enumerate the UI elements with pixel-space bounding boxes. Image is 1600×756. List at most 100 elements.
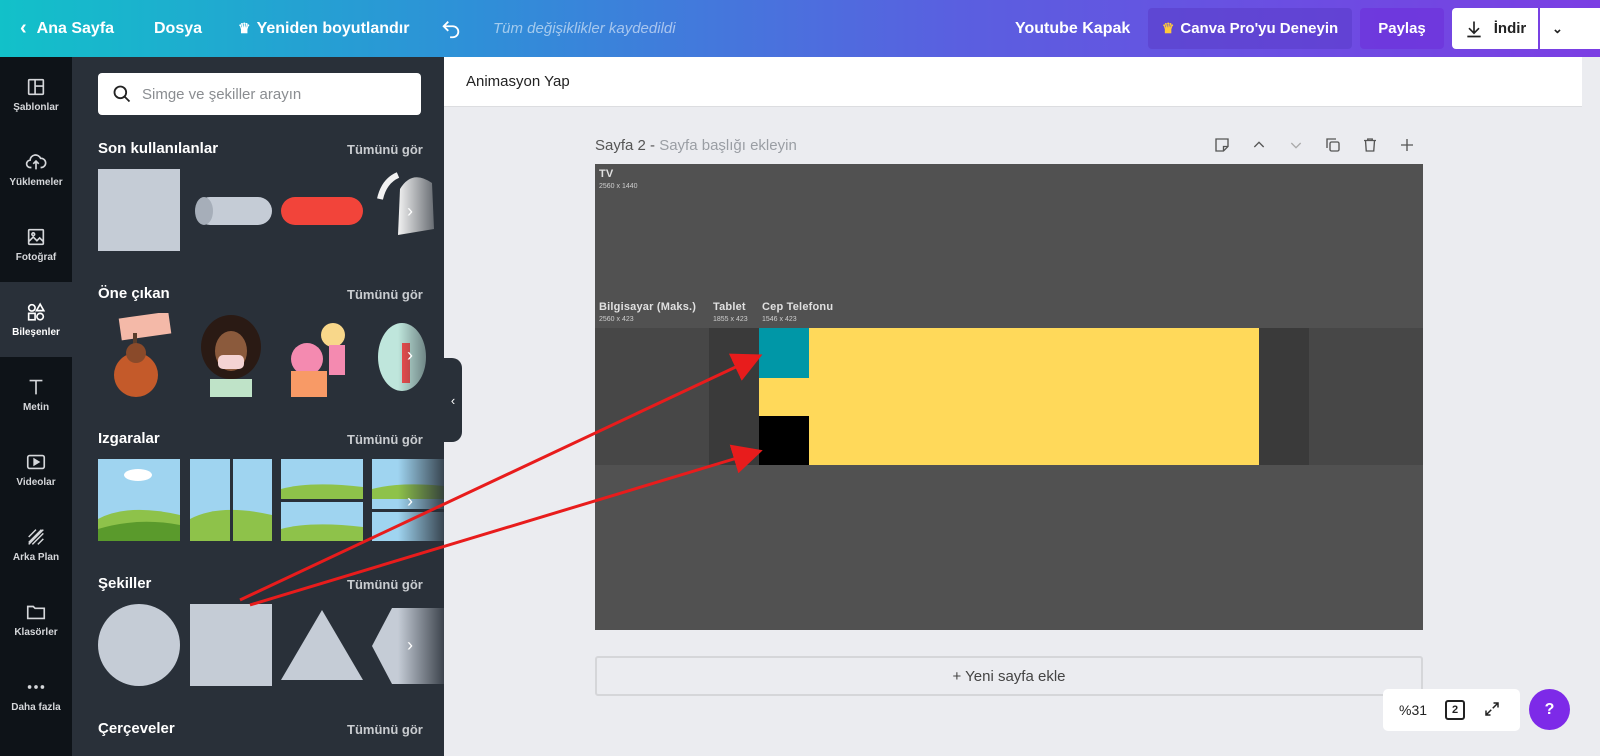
more-icon — [27, 685, 45, 689]
zoom-controls: %31 2 — [1383, 689, 1520, 731]
phone-zone-yellow-banner[interactable] — [759, 328, 1259, 465]
zone-label-desktop: Bilgisayar (Maks.) — [599, 301, 697, 313]
page-tools — [1203, 133, 1425, 157]
chevron-down-icon[interactable] — [1277, 133, 1314, 157]
resize-button[interactable]: ♛ Yeniden boyutlandır — [238, 0, 409, 57]
home-button[interactable]: ‹ Ana Sayfa — [20, 0, 114, 57]
nav-background[interactable]: Arka Plan — [0, 507, 72, 582]
elements-icon — [27, 302, 46, 321]
grids-list — [98, 455, 444, 545]
download-icon — [1467, 21, 1481, 37]
note-icon[interactable] — [1203, 133, 1240, 157]
add-page-button[interactable]: + Yeni sayfa ekle — [595, 656, 1423, 696]
top-bar: ‹ Ana Sayfa Dosya ♛ Yeniden boyutlandır … — [0, 0, 1600, 57]
vertical-scrollbar[interactable] — [1582, 57, 1600, 756]
chevron-left-icon: ‹ — [450, 392, 456, 408]
chevron-left-icon: ‹ — [20, 17, 27, 39]
page-header: Sayfa 2 - Sayfa başlığı ekleyin — [595, 137, 797, 154]
page-count-button[interactable]: 2 — [1445, 700, 1466, 720]
chevron-up-icon[interactable] — [1240, 133, 1277, 157]
nav-videos[interactable]: Videolar — [0, 432, 72, 507]
search-input[interactable] — [142, 85, 412, 103]
shapes-list — [98, 600, 444, 690]
zone-label-tv: TV — [599, 168, 614, 180]
featured-list — [98, 309, 444, 399]
zone-size-tablet: 1855 x 423 — [713, 316, 748, 323]
nav-folders[interactable]: Klasörler — [0, 582, 72, 657]
crown-icon: ♛ — [238, 20, 251, 36]
recent-list — [98, 165, 444, 255]
duplicate-icon[interactable] — [1314, 133, 1351, 157]
zone-size-desktop: 2560 x 423 — [599, 316, 634, 323]
save-status: Tüm değişiklikler kaydedildi — [493, 20, 676, 37]
crown-icon: ♛ — [1161, 20, 1175, 36]
grid-single[interactable] — [98, 459, 180, 541]
shape-square[interactable] — [190, 604, 272, 686]
undo-icon — [442, 20, 460, 38]
shape-triangle[interactable] — [281, 604, 363, 686]
help-button[interactable]: ? — [1529, 689, 1570, 730]
page-title-input[interactable]: Sayfa başlığı ekleyin — [659, 137, 797, 154]
photo-icon — [27, 228, 45, 246]
nav-text[interactable]: Metin — [0, 357, 72, 432]
chevron-down-icon: ⌄ — [1552, 20, 1563, 36]
section-title-shapes: Şekiller — [98, 575, 152, 592]
share-button[interactable]: Paylaş — [1360, 8, 1444, 49]
elements-panel: Son kullanılanlar Tümünü gör › Öne çıkan… — [72, 57, 444, 756]
text-icon — [29, 379, 43, 395]
nav-more[interactable]: Daha fazla — [0, 657, 72, 732]
grid-two-rows[interactable] — [281, 459, 363, 541]
zoom-level[interactable]: %31 — [1399, 702, 1427, 718]
see-all-frames[interactable]: Tümünü gör — [347, 722, 423, 737]
featured-sticker-protester[interactable] — [98, 311, 180, 397]
nav-elements[interactable]: Bileşenler — [0, 282, 72, 357]
download-options-button[interactable]: ⌄ — [1540, 8, 1600, 49]
design-canvas[interactable]: TV 2560 x 1440 Bilgisayar (Maks.) 2560 x… — [595, 164, 1423, 630]
section-title-grids: Izgaralar — [98, 430, 160, 447]
recent-red-pill[interactable] — [281, 169, 363, 251]
add-icon[interactable] — [1388, 133, 1425, 157]
side-nav: Şablonlar Yüklemeler Fotoğraf Bileşenler… — [0, 57, 72, 756]
nav-templates[interactable]: Şablonlar — [0, 57, 72, 132]
chevron-right-icon[interactable]: › — [398, 337, 422, 373]
chevron-right-icon[interactable]: › — [398, 483, 422, 519]
collapse-panel-button[interactable]: ‹ — [444, 358, 462, 442]
nav-photos[interactable]: Fotoğraf — [0, 207, 72, 282]
recent-square[interactable] — [98, 169, 180, 251]
zone-size-tv: 2560 x 1440 — [599, 183, 638, 190]
document-title[interactable]: Youtube Kapak — [1015, 0, 1130, 57]
section-title-recent: Son kullanılanlar — [98, 140, 219, 157]
recent-cylinder[interactable] — [190, 169, 272, 251]
shape-circle[interactable] — [98, 604, 180, 686]
page-number: Sayfa 2 - — [595, 137, 656, 154]
templates-icon — [27, 78, 45, 96]
trash-icon[interactable] — [1351, 133, 1388, 157]
nav-uploads[interactable]: Yüklemeler — [0, 132, 72, 207]
see-all-featured[interactable]: Tümünü gör — [347, 287, 423, 302]
search-icon — [113, 85, 131, 103]
chevron-right-icon[interactable]: › — [398, 193, 422, 229]
editor-toolbar: Animasyon Yap — [444, 57, 1600, 107]
animate-button[interactable]: Animasyon Yap — [466, 73, 570, 90]
teal-square[interactable] — [759, 328, 809, 378]
featured-sticker-mask-woman[interactable] — [190, 313, 272, 397]
zone-label-phone: Cep Telefonu — [762, 301, 834, 313]
see-all-grids[interactable]: Tümünü gör — [347, 432, 423, 447]
section-title-frames: Çerçeveler — [98, 720, 175, 737]
chevron-right-icon[interactable]: › — [398, 627, 422, 663]
video-icon — [26, 454, 46, 470]
try-pro-button[interactable]: ♛ Canva Pro'yu Deneyin — [1148, 8, 1352, 49]
upload-icon — [25, 154, 47, 170]
black-square[interactable] — [759, 416, 809, 465]
featured-sticker-family[interactable] — [281, 313, 363, 397]
fullscreen-icon[interactable] — [1483, 700, 1501, 721]
download-button[interactable]: İndir — [1452, 8, 1538, 49]
see-all-recent[interactable]: Tümünü gör — [347, 142, 423, 157]
grid-two-columns[interactable] — [190, 459, 272, 541]
zone-label-tablet: Tablet — [713, 301, 746, 313]
see-all-shapes[interactable]: Tümünü gör — [347, 577, 423, 592]
search-box[interactable] — [98, 73, 421, 115]
undo-button[interactable] — [440, 0, 462, 57]
section-title-featured: Öne çıkan — [98, 285, 170, 302]
file-menu[interactable]: Dosya — [154, 0, 202, 57]
